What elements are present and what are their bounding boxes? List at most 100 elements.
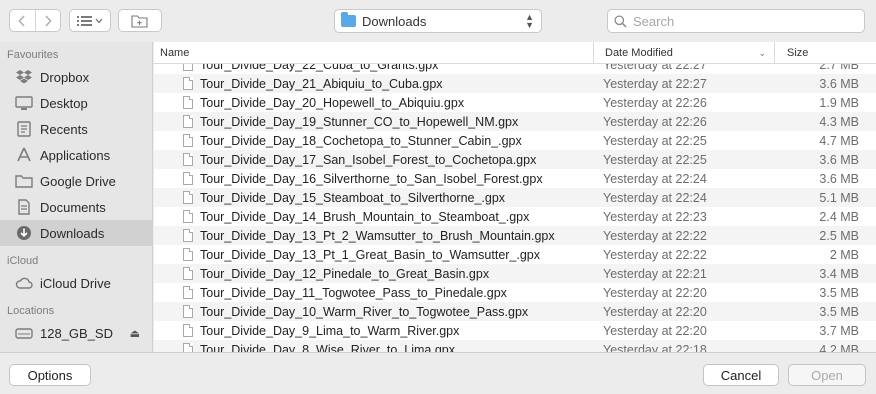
file-name: Tour_Divide_Day_13_Pt_1_Great_Basin_to_W… xyxy=(200,247,541,262)
file-row[interactable]: Tour_Divide_Day_14_Brush_Mountain_to_Ste… xyxy=(154,207,876,226)
file-row[interactable]: Tour_Divide_Day_18_Cochetopa_to_Stunner_… xyxy=(154,131,876,150)
file-row[interactable]: Tour_Divide_Day_21_Abiquiu_to_Cuba.gpx Ye… xyxy=(154,74,876,93)
file-date-modified: Yesterday at 22:27 xyxy=(603,76,707,91)
document-icon xyxy=(183,210,193,223)
view-options-button[interactable] xyxy=(69,9,111,32)
sidebar-item-icloud-drive[interactable]: iCloud Drive xyxy=(0,270,152,296)
sidebar-item-label: Documents xyxy=(40,199,106,215)
sidebar-item-128-gb-sd[interactable]: 128_GB_SD ⏏ xyxy=(0,320,152,346)
sidebar-item-label: Desktop xyxy=(40,95,88,111)
column-name[interactable]: Name xyxy=(154,42,594,64)
document-icon xyxy=(183,191,193,204)
file-date-modified: Yesterday at 22:20 xyxy=(603,285,707,300)
file-size: 3.7 MB xyxy=(819,323,859,338)
file-row[interactable]: Tour_Divide_Day_19_Stunner_CO_to_Hopewel… xyxy=(154,112,876,131)
file-rows: Tour_Divide_Day_22_Cuba_to_Grants.gpx Yes… xyxy=(154,55,876,352)
document-icon xyxy=(183,305,193,318)
chevron-left-icon xyxy=(18,14,25,27)
location-popup[interactable]: Downloads ▲ ▼ xyxy=(334,9,542,33)
column-size[interactable]: Size xyxy=(775,42,876,64)
sidebar-item-desktop[interactable]: Desktop xyxy=(0,90,152,116)
back-button[interactable] xyxy=(10,10,36,31)
document-icon xyxy=(183,153,193,166)
new-folder-button[interactable] xyxy=(118,9,162,32)
file-row[interactable]: Tour_Divide_Day_20_Hopewell_to_Abiquiu.g… xyxy=(154,93,876,112)
applications-icon xyxy=(14,147,34,163)
file-date-modified: Yesterday at 22:18 xyxy=(603,342,707,353)
document-icon xyxy=(183,248,193,261)
sidebar-item-dropbox[interactable]: Dropbox xyxy=(0,64,152,90)
file-row[interactable]: Tour_Divide_Day_9_Lima_to_Warm_River.gpx… xyxy=(154,321,876,340)
document-icon xyxy=(183,115,193,128)
eject-icon[interactable]: ⏏ xyxy=(130,327,140,340)
file-date-modified: Yesterday at 22:23 xyxy=(603,209,707,224)
file-row[interactable]: Tour_Divide_Day_13_Pt_1_Great_Basin_to_W… xyxy=(154,245,876,264)
file-size: 2 MB xyxy=(829,247,859,262)
column-date-label: Date Modified xyxy=(605,47,673,59)
search-input[interactable] xyxy=(633,13,853,29)
open-button[interactable]: Open xyxy=(788,364,866,386)
sidebar-item-label: iCloud Drive xyxy=(40,275,111,291)
file-date-modified: Yesterday at 22:22 xyxy=(603,228,707,243)
new-folder-icon xyxy=(131,14,148,28)
chevron-right-icon xyxy=(45,14,52,27)
file-size: 3.4 MB xyxy=(819,266,859,281)
file-row[interactable]: Tour_Divide_Day_15_Steamboat_to_Silverth… xyxy=(154,188,876,207)
file-date-modified: Yesterday at 22:25 xyxy=(603,133,707,148)
locations-header: Locations xyxy=(7,305,55,317)
document-icon xyxy=(183,172,193,185)
location-label: Downloads xyxy=(362,13,427,29)
file-size: 2.4 MB xyxy=(819,209,859,224)
list-view-icon xyxy=(77,15,103,26)
sidebar-item-label: Google Drive xyxy=(40,173,116,189)
cancel-button[interactable]: Cancel xyxy=(703,364,779,386)
file-size: 2.5 MB xyxy=(819,228,859,243)
file-date-modified: Yesterday at 22:25 xyxy=(603,152,707,167)
file-row[interactable]: Tour_Divide_Day_8_Wise_River_to_Lima.gpx… xyxy=(154,340,876,352)
file-date-modified: Yesterday at 22:24 xyxy=(603,171,707,186)
file-date-modified: Yesterday at 22:26 xyxy=(603,95,707,110)
sidebar-item-google-drive[interactable]: Google Drive xyxy=(0,168,152,194)
sidebar-item-downloads[interactable]: Downloads xyxy=(0,220,152,246)
file-size: 3.6 MB xyxy=(819,152,859,167)
file-row[interactable]: Tour_Divide_Day_16_Silverthorne_to_San_I… xyxy=(154,169,876,188)
desktop-icon xyxy=(14,95,34,111)
document-icon xyxy=(183,77,193,90)
file-date-modified: Yesterday at 22:20 xyxy=(603,323,707,338)
document-icon xyxy=(183,343,193,352)
forward-button[interactable] xyxy=(36,10,61,31)
file-date-modified: Yesterday at 22:21 xyxy=(603,266,707,281)
file-row[interactable]: Tour_Divide_Day_11_Togwotee_Pass_to_Pine… xyxy=(154,283,876,302)
footer: Options Cancel Open xyxy=(0,352,876,394)
file-row[interactable]: Tour_Divide_Day_17_San_Isobel_Forest_to_… xyxy=(154,150,876,169)
file-size: 3.6 MB xyxy=(819,76,859,91)
column-date-modified[interactable]: Date Modified ⌄ xyxy=(594,42,775,64)
file-date-modified: Yesterday at 22:22 xyxy=(603,247,707,262)
file-name: Tour_Divide_Day_14_Brush_Mountain_to_Ste… xyxy=(200,209,530,224)
document-icon xyxy=(183,324,193,337)
file-row[interactable]: Tour_Divide_Day_13_Pt_2_Wamsutter_to_Bru… xyxy=(154,226,876,245)
downloads-folder-icon xyxy=(341,12,356,27)
sort-chevron-down-icon: ⌄ xyxy=(758,48,766,58)
file-name: Tour_Divide_Day_21_Abiquiu_to_Cuba.gpx xyxy=(200,76,443,91)
search-field[interactable] xyxy=(607,9,865,33)
sidebar-item-label: Downloads xyxy=(40,225,105,241)
file-size: 1.9 MB xyxy=(819,95,859,110)
column-header: Name Date Modified ⌄ Size xyxy=(154,42,876,64)
sidebar-item-recents[interactable]: Recents xyxy=(0,116,152,142)
file-row[interactable]: Tour_Divide_Day_10_Warm_River_to_Togwote… xyxy=(154,302,876,321)
downloads-icon xyxy=(14,225,34,241)
sidebar-item-label: Applications xyxy=(40,147,111,163)
document-icon xyxy=(183,134,193,147)
document-icon xyxy=(183,96,193,109)
sidebar-item-applications[interactable]: Applications xyxy=(0,142,152,168)
document-icon xyxy=(183,267,193,280)
file-name: Tour_Divide_Day_12_Pinedale_to_Great_Bas… xyxy=(200,266,490,281)
cloud-icon xyxy=(14,275,34,291)
document-icon xyxy=(183,229,193,242)
options-button[interactable]: Options xyxy=(9,364,91,386)
search-icon xyxy=(614,14,627,28)
file-row[interactable]: Tour_Divide_Day_12_Pinedale_to_Great_Bas… xyxy=(154,264,876,283)
sidebar-item-documents[interactable]: Documents xyxy=(0,194,152,220)
file-name: Tour_Divide_Day_16_Silverthorne_to_San_I… xyxy=(200,171,543,186)
